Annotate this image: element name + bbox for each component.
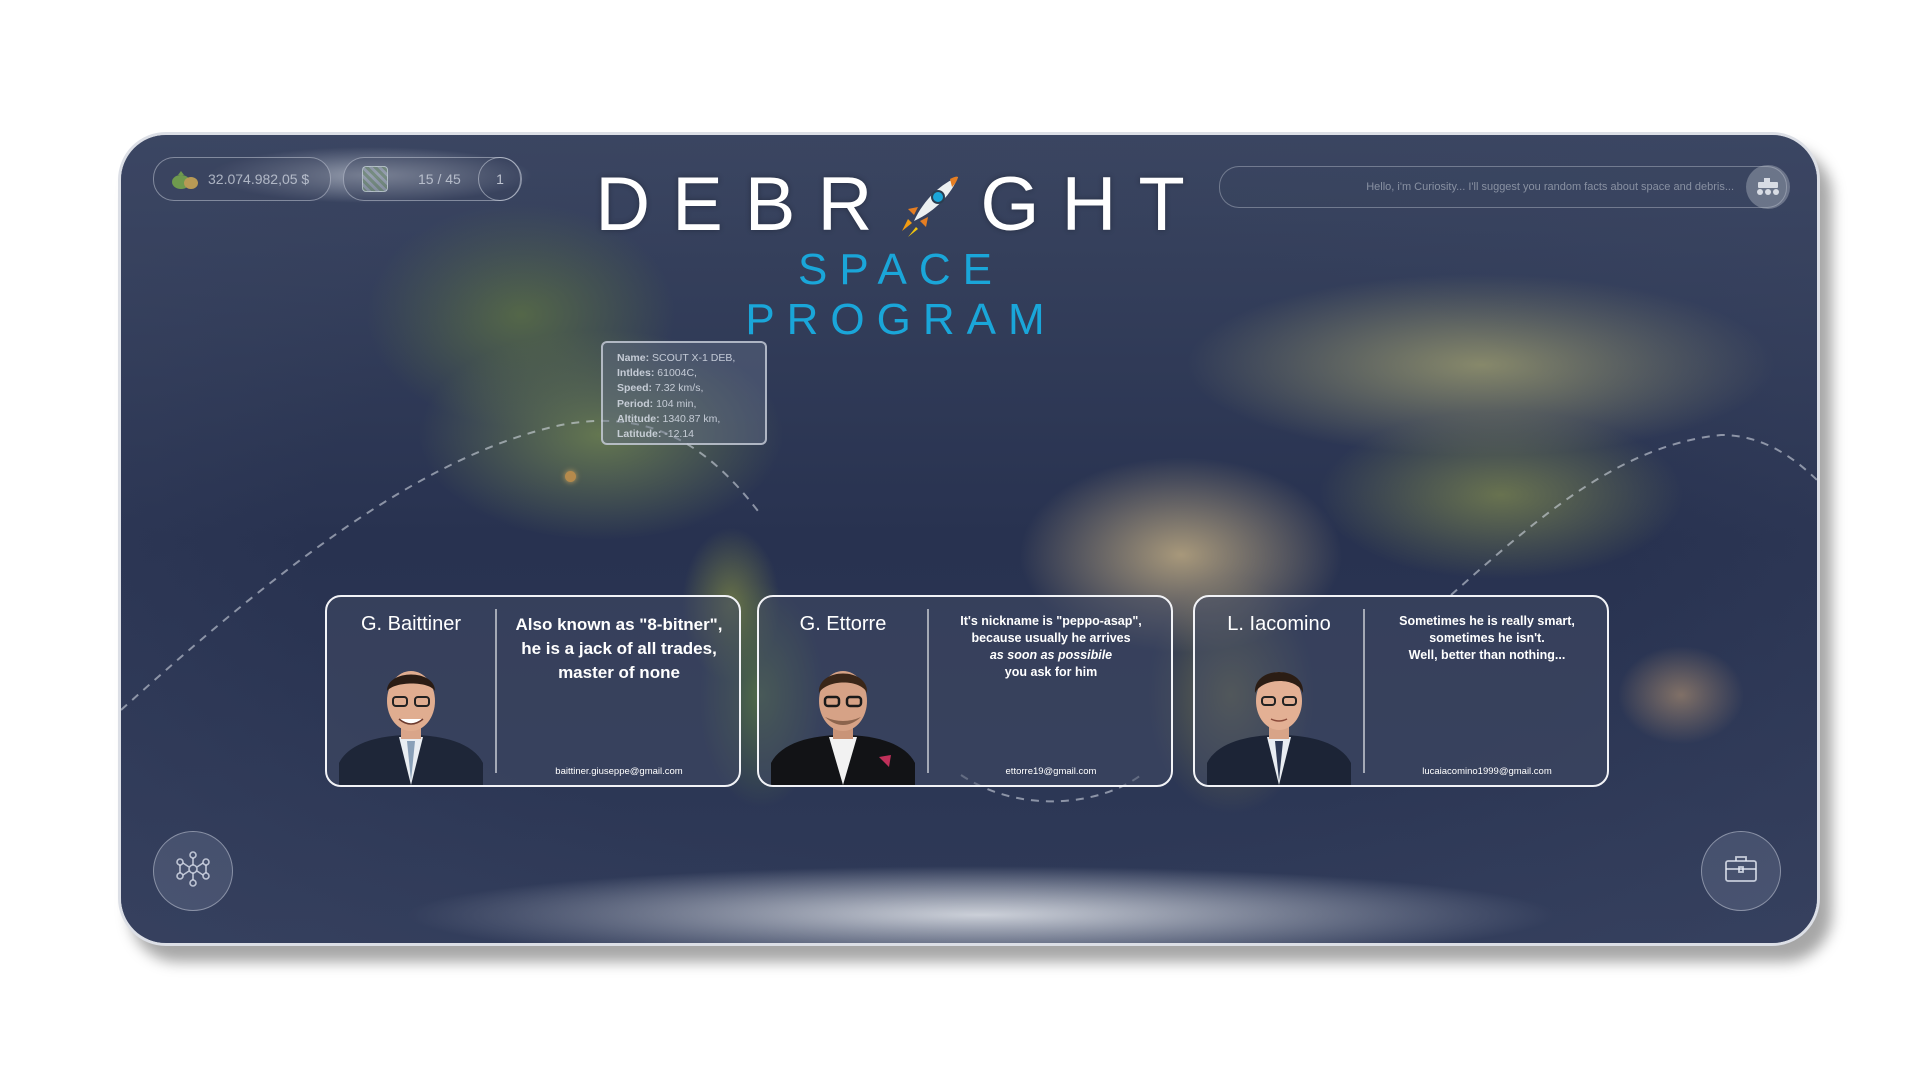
rocket-icon <box>894 169 966 241</box>
member-quote: Sometimes he is really smart, sometimes … <box>1399 614 1575 662</box>
team-card: G. Baittiner Also known as "8-bitner", h… <box>325 595 741 787</box>
level-badge[interactable]: 1 <box>478 157 522 201</box>
member-photo <box>339 671 483 785</box>
member-email[interactable]: ettorre19@gmail.com <box>931 766 1171 777</box>
logo-title-left: DEBR <box>595 162 895 247</box>
team-card: G. Ettorre It's nickname is "peppo-asap"… <box>757 595 1173 787</box>
network-icon <box>175 850 211 892</box>
briefcase-button[interactable] <box>1701 831 1781 911</box>
tooltip-latitude: Latitude: -12.14 <box>617 428 695 441</box>
tooltip-period: Period: 104 min, <box>617 397 697 410</box>
money-amount: 32.074.982,05 $ <box>208 171 310 187</box>
member-photo <box>1207 672 1351 785</box>
member-name: L. Iacomino <box>1227 613 1331 635</box>
card-divider <box>927 609 929 773</box>
member-email[interactable]: lucaiacomino1999@gmail.com <box>1367 766 1607 777</box>
tooltip-intldes: Intldes: 61004C, <box>617 367 697 380</box>
team-card: L. Iacomino Sometimes he is really smart… <box>1193 595 1609 787</box>
debris-tooltip: Name: SCOUT X-1 DEB, Intldes: 61004C, Sp… <box>601 341 767 445</box>
curiosity-facts-text: Hello, i'm Curiosity... I'll suggest you… <box>1366 181 1734 193</box>
satellite-map-icon <box>362 166 388 192</box>
satellites-display: 15 / 45 1 <box>343 157 522 201</box>
logo-title: DEBR GHT <box>595 165 1185 245</box>
tooltip-name: Name: SCOUT X-1 DEB, <box>617 352 736 364</box>
money-bag-icon <box>170 168 200 190</box>
money-display: 32.074.982,05 $ <box>153 157 331 201</box>
satellites-count: 15 / 45 <box>418 171 461 187</box>
curiosity-facts-bar: Hello, i'm Curiosity... I'll suggest you… <box>1219 165 1790 209</box>
member-photo <box>771 671 915 785</box>
briefcase-icon <box>1723 853 1759 890</box>
logo-title-right: GHT <box>980 162 1207 247</box>
tooltip-speed: Speed: 7.32 km/s, <box>617 382 704 395</box>
member-name: G. Baittiner <box>360 613 462 635</box>
member-quote: It's nickname is "peppo-asap", because u… <box>960 614 1142 679</box>
debris-marker[interactable] <box>565 471 576 482</box>
app-frame: 32.074.982,05 $ 15 / 45 1 Hello, i'm Cur… <box>118 132 1820 946</box>
member-name: G. Ettorre <box>799 613 887 635</box>
rover-icon[interactable] <box>1746 165 1790 209</box>
member-quote: Also known as "8-bitner", he is a jack o… <box>515 615 723 682</box>
tooltip-altitude: Altitude: 1340.87 km, <box>617 412 721 425</box>
app-logo: DEBR GHT SPACE PROGRAM <box>595 165 1185 345</box>
logo-subtitle: SPACE PROGRAM <box>745 245 1057 344</box>
member-email[interactable]: baittiner.giuseppe@gmail.com <box>499 766 739 777</box>
card-divider <box>1363 609 1365 773</box>
card-divider <box>495 609 497 773</box>
network-button[interactable] <box>153 831 233 911</box>
